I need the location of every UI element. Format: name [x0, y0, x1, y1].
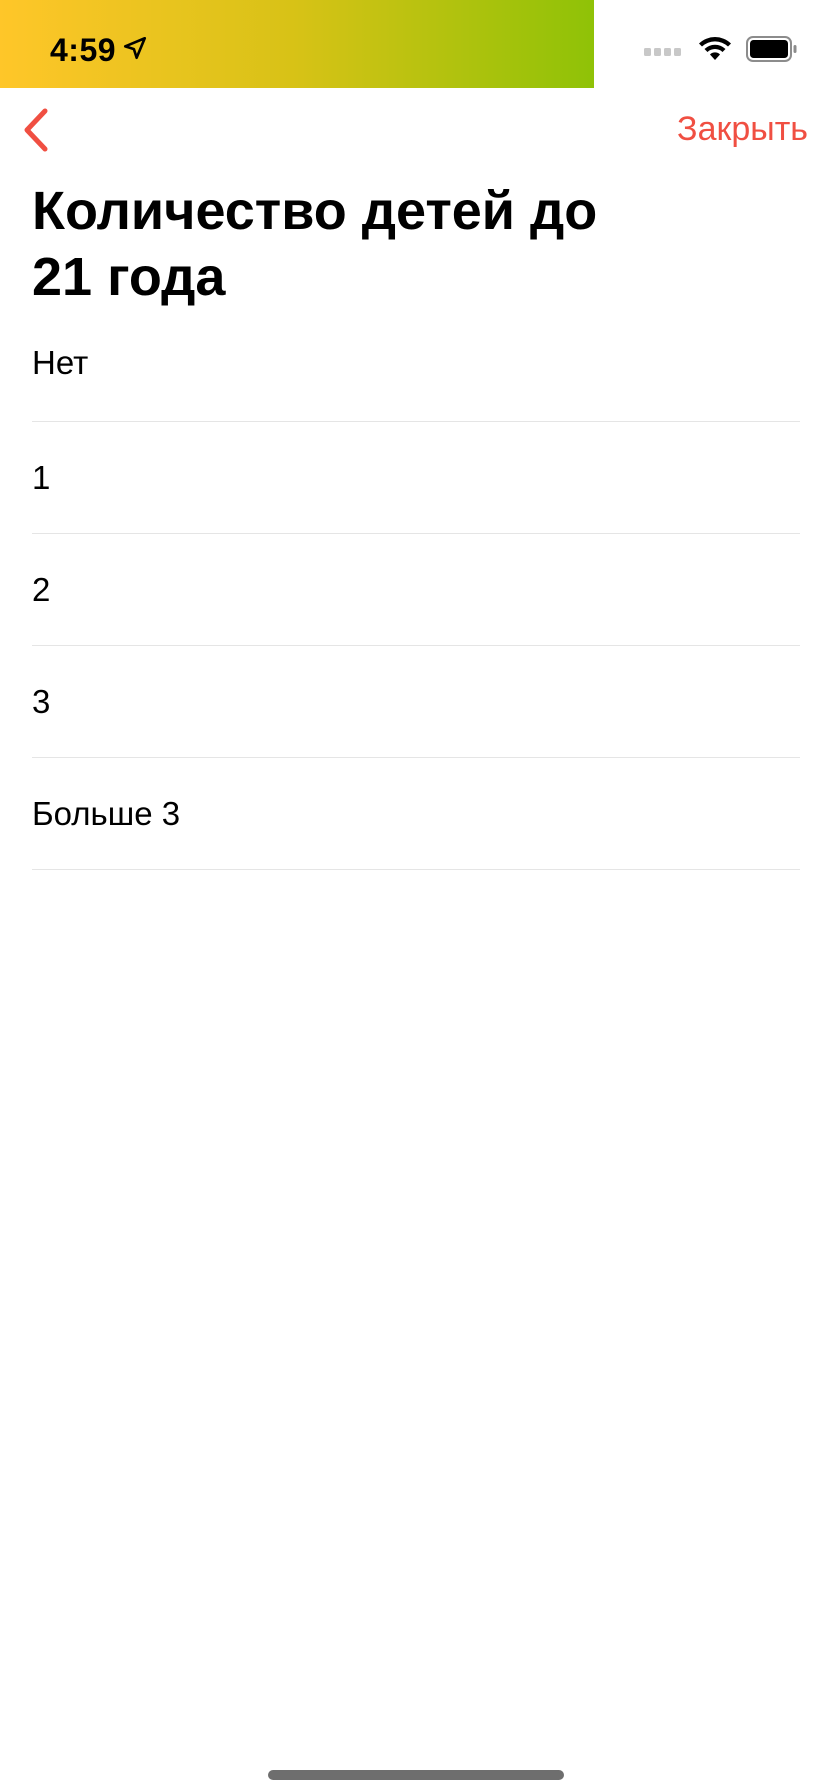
option-2[interactable]: 2 [32, 534, 800, 646]
wifi-icon [698, 36, 732, 67]
options-list: Нет 1 2 3 Больше 3 [32, 310, 800, 870]
status-time-group: 4:59 [50, 30, 148, 70]
back-button[interactable] [16, 106, 56, 158]
status-bar: 4:59 [0, 0, 828, 88]
navigation-bar: Закрыть [0, 88, 828, 176]
home-indicator [268, 1770, 564, 1780]
chevron-left-icon [21, 107, 51, 158]
option-1[interactable]: 1 [32, 422, 800, 534]
battery-icon [746, 35, 798, 67]
status-indicators [644, 35, 798, 67]
close-button[interactable]: Закрыть [677, 110, 808, 149]
option-none[interactable]: Нет [32, 310, 800, 422]
page-title: Количество детей до 21 года [32, 181, 598, 307]
option-3[interactable]: 3 [32, 646, 800, 758]
location-arrow-icon [122, 35, 148, 66]
status-time: 4:59 [50, 31, 117, 68]
cellular-signal-icon [644, 42, 684, 61]
option-more-than-3[interactable]: Больше 3 [32, 758, 800, 870]
